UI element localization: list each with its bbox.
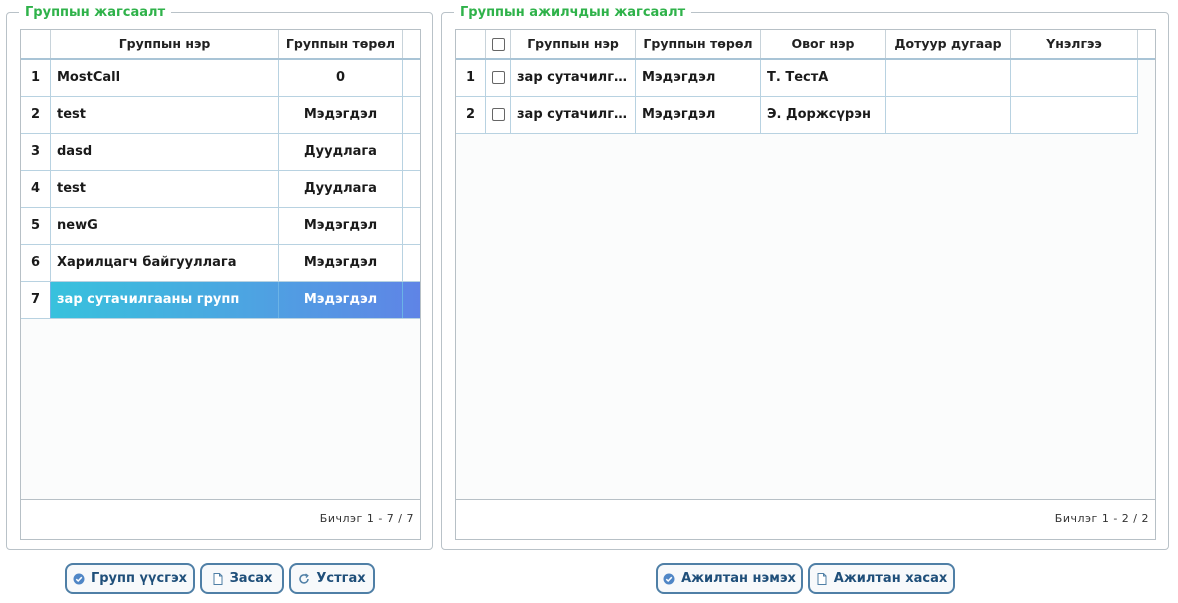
- table-row[interactable]: 2 зар сутачилгааны групп Мэдэгдэл Э. Дор…: [456, 97, 1138, 134]
- group-employee-grid: Группын нэр Группын төрөл Овог нэр Дотуу…: [455, 29, 1156, 540]
- group-name-cell: test: [51, 171, 279, 207]
- header-group-name[interactable]: Группын нэр: [51, 30, 279, 58]
- header-row-number: [456, 30, 486, 58]
- table-row[interactable]: 6 Харилцагч байгууллага Мэдэгдэл: [21, 245, 420, 282]
- header-rating[interactable]: Үнэлгээ: [1011, 30, 1138, 58]
- row-checkbox-cell[interactable]: [486, 97, 511, 133]
- group-type-cell: Мэдэгдэл: [279, 97, 403, 133]
- row-checkbox[interactable]: [491, 71, 505, 84]
- table-row[interactable]: 4 test Дуудлага: [21, 171, 420, 208]
- table-row[interactable]: 3 dasd Дуудлага: [21, 134, 420, 171]
- header-extension[interactable]: Дотуур дугаар: [886, 30, 1011, 58]
- group-list-pager: Бичлэг 1 - 7 / 7: [319, 512, 414, 525]
- add-employee-button[interactable]: Ажилтан нэмэх: [656, 563, 803, 594]
- group-name-cell: dasd: [51, 134, 279, 170]
- group-name-cell: зар сутачилгааны групп: [511, 97, 636, 133]
- remove-employee-label: Ажилтан хасах: [833, 571, 948, 586]
- header-full-name[interactable]: Овог нэр: [761, 30, 886, 58]
- edit-button[interactable]: Засах: [200, 563, 284, 594]
- group-type-cell: Дуудлага: [279, 171, 403, 207]
- group-employee-pager: Бичлэг 1 - 2 / 2: [1054, 512, 1149, 525]
- edit-label: Засах: [229, 571, 273, 586]
- extension-cell: [886, 97, 1011, 133]
- delete-button[interactable]: Устгах: [289, 563, 375, 594]
- group-name-cell: newG: [51, 208, 279, 244]
- group-type-cell: Мэдэгдэл: [279, 245, 403, 281]
- group-list-legend: Группын жагсаалт: [19, 5, 172, 21]
- group-list-header: Группын нэр Группын төрөл: [21, 30, 420, 60]
- group-type-cell: 0: [279, 60, 403, 96]
- row-number: 5: [21, 208, 51, 244]
- group-name-cell: зар сутачилгааны групп: [511, 60, 636, 96]
- group-type-cell: Дуудлага: [279, 134, 403, 170]
- row-number: 6: [21, 245, 51, 281]
- header-group-type[interactable]: Группын төрөл: [636, 30, 761, 58]
- group-employee-panel: Группын ажилчдын жагсаалт Группын нэр Гр…: [441, 5, 1169, 550]
- full-name-cell: Э. Доржсүрэн: [761, 97, 886, 133]
- rating-cell: [1011, 60, 1138, 96]
- group-employee-legend: Группын ажилчдын жагсаалт: [454, 5, 692, 21]
- group-name-cell: MostCall: [51, 60, 279, 96]
- add-employee-label: Ажилтан нэмэх: [681, 571, 796, 586]
- row-number: 4: [21, 171, 51, 207]
- group-name-cell: зар сутачилгааны групп: [51, 282, 279, 318]
- group-name-cell: Харилцагч байгууллага: [51, 245, 279, 281]
- group-list-grid: Группын нэр Группын төрөл 1 MostCall 0 2…: [20, 29, 421, 540]
- table-row[interactable]: 1 зар сутачилгааны групп Мэдэгдэл Т. Тес…: [456, 60, 1138, 97]
- group-employee-header: Группын нэр Группын төрөл Овог нэр Дотуу…: [456, 30, 1155, 60]
- row-number: 1: [21, 60, 51, 96]
- table-row[interactable]: 5 newG Мэдэгдэл: [21, 208, 420, 245]
- row-number: 2: [456, 97, 486, 133]
- group-type-cell: Мэдэгдэл: [279, 282, 403, 318]
- group-type-cell: Мэдэгдэл: [279, 208, 403, 244]
- check-circle-icon: [663, 573, 675, 585]
- remove-employee-button[interactable]: Ажилтан хасах: [808, 563, 955, 594]
- header-select-all[interactable]: [486, 30, 511, 58]
- create-group-button[interactable]: Групп үүсгэх: [65, 563, 195, 594]
- table-row[interactable]: 2 test Мэдэгдэл: [21, 97, 420, 134]
- group-type-cell: Мэдэгдэл: [636, 60, 761, 96]
- header-group-name[interactable]: Группын нэр: [511, 30, 636, 58]
- document-icon: [212, 572, 224, 585]
- extension-cell: [886, 60, 1011, 96]
- row-number: 1: [456, 60, 486, 96]
- group-employee-footer: Бичлэг 1 - 2 / 2: [456, 499, 1155, 539]
- header-row-number: [21, 30, 51, 58]
- refresh-icon: [298, 572, 310, 585]
- header-group-type[interactable]: Группын төрөл: [279, 30, 403, 58]
- row-checkbox[interactable]: [491, 108, 505, 121]
- delete-label: Устгах: [316, 571, 366, 586]
- group-employee-body: 1 зар сутачилгааны групп Мэдэгдэл Т. Тес…: [456, 60, 1155, 134]
- check-circle-icon: [73, 573, 85, 585]
- row-number: 3: [21, 134, 51, 170]
- table-row-selected[interactable]: 7 зар сутачилгааны групп Мэдэгдэл: [21, 282, 420, 319]
- group-name-cell: test: [51, 97, 279, 133]
- group-list-body: 1 MostCall 0 2 test Мэдэгдэл 3 dasd Дууд…: [21, 60, 420, 319]
- group-list-footer: Бичлэг 1 - 7 / 7: [21, 499, 420, 539]
- document-icon: [816, 572, 828, 585]
- group-type-cell: Мэдэгдэл: [636, 97, 761, 133]
- group-list-panel: Группын жагсаалт Группын нэр Группын төр…: [6, 5, 433, 550]
- select-all-checkbox[interactable]: [491, 38, 505, 51]
- full-name-cell: Т. ТестА: [761, 60, 886, 96]
- table-row[interactable]: 1 MostCall 0: [21, 60, 420, 97]
- create-group-label: Групп үүсгэх: [90, 571, 188, 586]
- rating-cell: [1011, 97, 1138, 133]
- row-checkbox-cell[interactable]: [486, 60, 511, 96]
- row-number: 2: [21, 97, 51, 133]
- row-number: 7: [21, 282, 51, 318]
